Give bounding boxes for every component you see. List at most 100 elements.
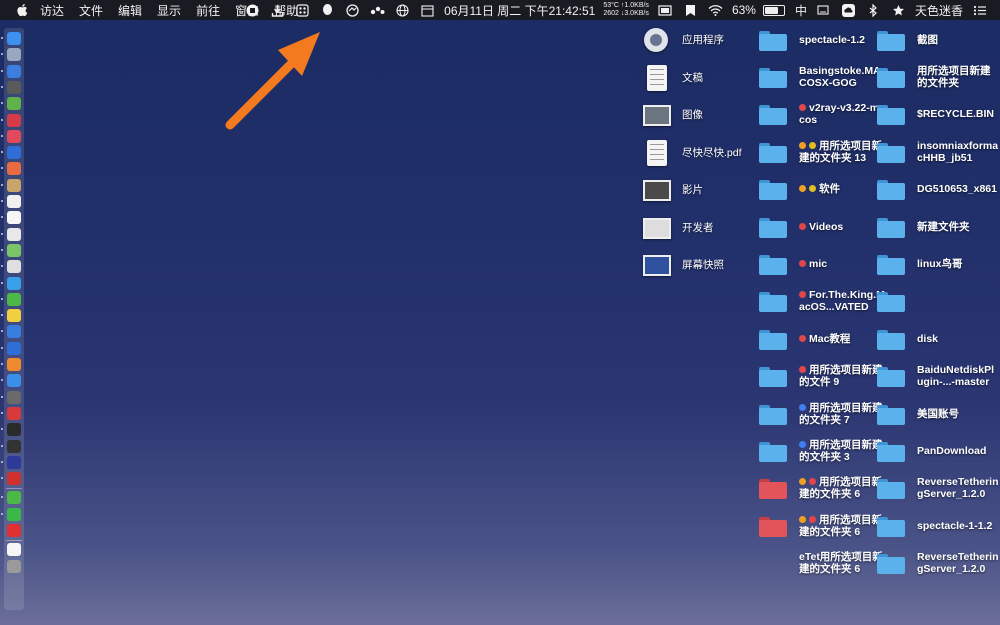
folder-item[interactable]: disk	[875, 326, 938, 352]
folder-item[interactable]: 用所选项目新建的文件夹	[875, 64, 1000, 90]
desktop-item[interactable]: 尽快尽快.pdf	[640, 139, 742, 166]
folder-item[interactable]: 软件	[757, 176, 840, 202]
app-icon[interactable]	[7, 113, 21, 127]
folder-item[interactable]: Videos	[757, 214, 843, 240]
desktop-item[interactable]: 开发者	[640, 215, 714, 241]
menu-finder[interactable]: 访达	[40, 2, 64, 19]
mail-icon[interactable]	[7, 146, 21, 160]
netspeed-monitor[interactable]: 53°C ↑1.0KB/s 2602 ↓3.0KB/s	[603, 2, 649, 18]
chrome-icon[interactable]	[7, 162, 21, 176]
globe-icon[interactable]	[395, 3, 410, 18]
terminal-icon[interactable]	[7, 423, 21, 437]
sketch-icon[interactable]	[7, 374, 21, 388]
camera-icon[interactable]	[7, 390, 21, 404]
notepad-icon[interactable]	[7, 309, 21, 323]
datetime-clock[interactable]: 06月11日 周二 下午21:42:51	[444, 2, 595, 19]
folder-item[interactable]: 用所选项目新建的文件夹 6	[757, 513, 887, 539]
finder-icon[interactable]	[7, 32, 21, 45]
vpn-icon[interactable]	[7, 455, 21, 469]
folder-item[interactable]: For.The.King.MacOS...VATED	[757, 288, 887, 314]
folder-label: 用所选项目新建的文件夹 3	[799, 439, 887, 463]
chat-icon[interactable]	[7, 507, 21, 521]
list-icon[interactable]	[972, 3, 987, 18]
folder-item[interactable]: PanDownload	[875, 438, 986, 464]
desktop-item[interactable]: 影片	[640, 177, 703, 203]
folder-item[interactable]: 用所选项目新建的文件夹 7	[757, 401, 887, 427]
menu-go[interactable]: 前往	[196, 2, 220, 19]
menu-file[interactable]: 文件	[79, 2, 103, 19]
folder-item[interactable]: DG510653_x861	[875, 176, 997, 202]
record-stop-icon[interactable]	[245, 3, 260, 18]
folder-item[interactable]: 用所选项目新建的文件夹 6	[757, 475, 887, 501]
desktop-item[interactable]: 文稿	[640, 64, 703, 91]
folder-item[interactable]: mic	[757, 251, 827, 277]
input-icon[interactable]	[816, 3, 831, 18]
cloud-icon[interactable]	[841, 3, 856, 18]
folder-item[interactable]: v2ray-v3.22-macos	[757, 101, 887, 127]
battery-icon[interactable]	[762, 4, 785, 16]
folder-item[interactable]: insomniaxformacHHB_jb51	[875, 139, 1000, 165]
textedit-icon[interactable]	[7, 211, 21, 225]
app-grid-icon[interactable]	[295, 3, 310, 18]
star-icon[interactable]	[891, 3, 906, 18]
photos-icon[interactable]	[7, 260, 21, 274]
messages-icon[interactable]	[7, 276, 21, 290]
folder-item[interactable]: ReverseTetheringServer_1.2.0	[875, 475, 1000, 501]
appstore-icon[interactable]	[7, 341, 21, 355]
terminal-2-icon[interactable]	[7, 439, 21, 453]
folder-item[interactable]: spectacle-1.2	[757, 27, 865, 53]
qq-icon[interactable]	[320, 3, 335, 18]
sync-app-icon[interactable]	[7, 491, 21, 505]
folder-item[interactable]: ReverseTetheringServer_1.2.0	[875, 550, 1000, 576]
bluetooth-icon[interactable]	[866, 3, 881, 18]
folder-item[interactable]: Mac教程	[757, 326, 850, 352]
sync-icon[interactable]	[345, 3, 360, 18]
netease-icon[interactable]	[7, 524, 21, 537]
keynote-icon[interactable]	[7, 325, 21, 339]
folder-item[interactable]: 新建文件夹	[875, 214, 970, 240]
maps-icon[interactable]	[7, 243, 21, 257]
safari-icon[interactable]	[7, 64, 21, 78]
window-icon[interactable]	[658, 3, 673, 18]
folder-item[interactable]: 截图	[875, 27, 938, 53]
menu-view[interactable]: 显示	[157, 2, 181, 19]
folder-item[interactable]: linux鸟哥	[875, 251, 963, 277]
input-method[interactable]: 中	[795, 2, 807, 19]
username[interactable]: 天色迷香	[915, 2, 963, 19]
menu-edit[interactable]: 编辑	[118, 2, 142, 19]
document-icon[interactable]	[7, 195, 21, 208]
vivaldi-icon[interactable]	[7, 406, 21, 420]
battery-percent[interactable]: 63%	[732, 3, 756, 17]
running-indicator	[1, 85, 3, 88]
folder-item[interactable]: 用所选项目新建的文件 9	[757, 363, 887, 389]
trash-icon[interactable]	[7, 559, 21, 573]
calendar-icon[interactable]	[420, 3, 435, 18]
folder-item[interactable]: 美国账号	[875, 401, 959, 427]
folder-item[interactable]: eTet用所选项目新建的文件夹 6	[757, 550, 887, 576]
folder-item[interactable]: $RECYCLE.BIN	[875, 101, 994, 127]
wifi-icon[interactable]	[708, 3, 723, 18]
android-icon[interactable]	[7, 97, 21, 111]
file-icon[interactable]	[7, 543, 21, 557]
desktop-item[interactable]: 图像	[640, 102, 703, 128]
folder-item[interactable]: 用所选项目新建的文件夹 3	[757, 438, 887, 464]
launchpad-icon[interactable]	[7, 48, 21, 62]
folder-item[interactable]: Basingstoke.MACOSX-GOG	[757, 64, 887, 90]
apple-menu-icon[interactable]	[14, 2, 30, 18]
download-icon[interactable]	[270, 3, 285, 18]
folder-item[interactable]: BaiduNetdiskPlugin-...-master	[875, 363, 1000, 389]
rocket-icon[interactable]	[7, 80, 21, 94]
folder-item[interactable]: spectacle-1-1.2	[875, 513, 992, 539]
bookmark-icon[interactable]	[683, 3, 698, 18]
calendar-app-icon[interactable]	[7, 129, 21, 143]
folder-item[interactable]: 用所选项目新建的文件夹 13	[757, 139, 887, 165]
dots-icon[interactable]	[370, 3, 385, 18]
folder-item[interactable]	[875, 288, 917, 314]
notes-icon[interactable]	[7, 178, 21, 192]
desktop-item[interactable]: 应用程序	[640, 27, 724, 53]
wechat-icon[interactable]	[7, 292, 21, 306]
desktop-item[interactable]: 屏幕快照	[640, 252, 724, 278]
yandex-icon[interactable]	[7, 472, 21, 486]
music-icon[interactable]	[7, 358, 21, 371]
preview-icon[interactable]	[7, 227, 21, 241]
